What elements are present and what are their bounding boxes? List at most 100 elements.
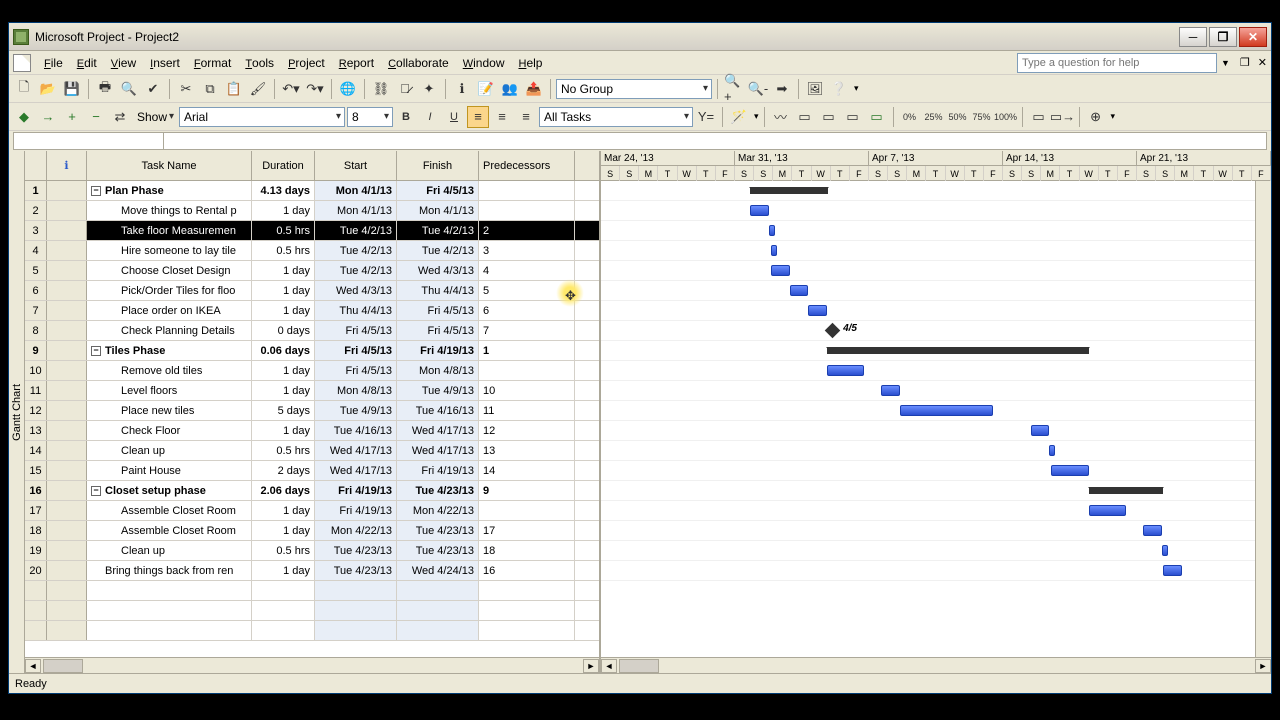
menu-file[interactable]: File bbox=[37, 54, 70, 72]
menu-tools[interactable]: Tools bbox=[238, 54, 281, 72]
pct-0-button[interactable]: 0% bbox=[899, 106, 921, 128]
task-bar[interactable] bbox=[808, 305, 827, 316]
table-row[interactable]: 8Check Planning Details0 daysFri 4/5/13F… bbox=[25, 321, 599, 341]
save-button[interactable]: 💾 bbox=[61, 78, 83, 100]
week-header[interactable]: Mar 24, '13 bbox=[601, 151, 735, 165]
task-bar[interactable] bbox=[790, 285, 809, 296]
task-bar[interactable] bbox=[771, 245, 777, 256]
table-row[interactable]: 5Choose Closet Design1 dayTue 4/2/13Wed … bbox=[25, 261, 599, 281]
task-bar[interactable] bbox=[1089, 505, 1126, 516]
gantt-row[interactable] bbox=[601, 241, 1271, 261]
zoom-out-button[interactable]: 🔍- bbox=[747, 78, 769, 100]
milestone-icon[interactable] bbox=[825, 323, 841, 339]
outdent-arrow-button[interactable]: ◆ bbox=[13, 106, 35, 128]
table-row[interactable]: 9−Tiles Phase0.06 daysFri 4/5/13Fri 4/19… bbox=[25, 341, 599, 361]
gantt-row[interactable] bbox=[601, 541, 1271, 561]
goto-task-button[interactable]: ➡ bbox=[771, 78, 793, 100]
gantt-row[interactable] bbox=[601, 301, 1271, 321]
gantt-area[interactable]: 4/5 bbox=[601, 181, 1271, 657]
table-row-empty[interactable] bbox=[25, 621, 599, 641]
gantt-row[interactable] bbox=[601, 521, 1271, 541]
gantt-row[interactable] bbox=[601, 281, 1271, 301]
tracking-4-button[interactable]: ▭ bbox=[842, 106, 864, 128]
table-row[interactable]: 13Check Floor1 dayTue 4/16/13Wed 4/17/13… bbox=[25, 421, 599, 441]
gantt-row[interactable] bbox=[601, 501, 1271, 521]
reschedule-button[interactable]: ▭→ bbox=[1052, 106, 1074, 128]
col-finish[interactable]: Finish bbox=[397, 151, 479, 180]
task-bar[interactable] bbox=[881, 385, 900, 396]
tracking-1-button[interactable]: 〰 bbox=[770, 106, 792, 128]
gantt-row[interactable] bbox=[601, 361, 1271, 381]
print-button[interactable]: 🖶 bbox=[94, 78, 116, 100]
toolbar-options-icon[interactable]: ▾ bbox=[854, 83, 859, 94]
table-row[interactable]: 1−Plan Phase4.13 daysMon 4/1/13Fri 4/5/1… bbox=[25, 181, 599, 201]
gantt-row[interactable] bbox=[601, 461, 1271, 481]
menu-view[interactable]: View bbox=[104, 54, 143, 72]
paste-button[interactable]: 📋 bbox=[223, 78, 245, 100]
table-row[interactable]: 14Clean up0.5 hrsWed 4/17/13Wed 4/17/131… bbox=[25, 441, 599, 461]
split-task-button[interactable]: ✦ bbox=[418, 78, 440, 100]
group-combo[interactable]: No Group bbox=[556, 79, 712, 99]
week-header[interactable]: Mar 31, '13 bbox=[735, 151, 869, 165]
timescale[interactable]: Mar 24, '13Mar 31, '13Apr 7, '13Apr 14, … bbox=[601, 151, 1271, 181]
table-row[interactable]: 16−Closet setup phase2.06 daysFri 4/19/1… bbox=[25, 481, 599, 501]
undo-button[interactable]: ↶▾ bbox=[280, 78, 302, 100]
task-bar[interactable] bbox=[1051, 465, 1088, 476]
font-combo[interactable]: Arial bbox=[179, 107, 345, 127]
pct-50-button[interactable]: 50% bbox=[947, 106, 969, 128]
assign-resources-button[interactable]: 👥 bbox=[499, 78, 521, 100]
titlebar[interactable]: Microsoft Project - Project2 ─ ❐ ✕ bbox=[9, 23, 1271, 51]
table-row[interactable]: 17Assemble Closet Room1 dayFri 4/19/13Mo… bbox=[25, 501, 599, 521]
pct-75-button[interactable]: 75% bbox=[971, 106, 993, 128]
align-right-button[interactable]: ≡ bbox=[515, 106, 537, 128]
col-id[interactable] bbox=[25, 151, 47, 180]
gantt-row[interactable] bbox=[601, 401, 1271, 421]
table-row[interactable]: 4Hire someone to lay tile0.5 hrsTue 4/2/… bbox=[25, 241, 599, 261]
align-left-button[interactable]: ≡ bbox=[467, 106, 489, 128]
scroll-right-icon[interactable]: ► bbox=[1255, 659, 1271, 673]
mdi-close-button[interactable]: ✕ bbox=[1258, 56, 1267, 69]
col-start[interactable]: Start bbox=[315, 151, 397, 180]
table-row[interactable]: 10Remove old tiles1 dayFri 4/5/13Mon 4/8… bbox=[25, 361, 599, 381]
task-bar[interactable] bbox=[1031, 425, 1050, 436]
col-predecessors[interactable]: Predecessors bbox=[479, 151, 575, 180]
task-bar[interactable] bbox=[1049, 445, 1055, 456]
task-bar[interactable] bbox=[1163, 565, 1182, 576]
left-hscroll[interactable]: ◄ ► bbox=[25, 657, 599, 673]
spelling-button[interactable]: ✔ bbox=[142, 78, 164, 100]
table-row[interactable]: 12Place new tiles5 daysTue 4/9/13Tue 4/1… bbox=[25, 401, 599, 421]
col-task-name[interactable]: Task Name bbox=[87, 151, 252, 180]
col-duration[interactable]: Duration bbox=[252, 151, 315, 180]
gantt-row[interactable] bbox=[601, 561, 1271, 581]
summary-bar[interactable] bbox=[1089, 487, 1164, 494]
menu-collaborate[interactable]: Collaborate bbox=[381, 54, 456, 72]
pct-100-button[interactable]: 100% bbox=[995, 106, 1017, 128]
gantt-row[interactable]: 4/5 bbox=[601, 321, 1271, 341]
menu-project[interactable]: Project bbox=[281, 54, 332, 72]
gantt-row[interactable] bbox=[601, 421, 1271, 441]
tracking-options-icon[interactable]: ▾ bbox=[1111, 111, 1116, 122]
open-button[interactable]: 📂 bbox=[37, 78, 59, 100]
scroll-thumb[interactable] bbox=[619, 659, 659, 673]
pct-25-button[interactable]: 25% bbox=[923, 106, 945, 128]
table-row[interactable]: 20Bring things back from ren1 dayTue 4/2… bbox=[25, 561, 599, 581]
week-header[interactable]: Apr 14, '13 bbox=[1003, 151, 1137, 165]
gantt-row[interactable] bbox=[601, 441, 1271, 461]
entry-bar[interactable] bbox=[13, 132, 1267, 150]
task-bar[interactable] bbox=[771, 265, 790, 276]
mdi-restore-button[interactable]: ❐ bbox=[1240, 56, 1250, 69]
maximize-button[interactable]: ❐ bbox=[1209, 27, 1237, 47]
table-row[interactable]: 7Place order on IKEA1 dayThu 4/4/13Fri 4… bbox=[25, 301, 599, 321]
new-button[interactable]: 🗋 bbox=[13, 78, 35, 100]
update-tasks-button[interactable]: ▭ bbox=[1028, 106, 1050, 128]
link-tasks-button[interactable]: ⛓ bbox=[370, 78, 392, 100]
copy-button[interactable]: ⧉ bbox=[199, 78, 221, 100]
week-header[interactable]: Apr 7, '13 bbox=[869, 151, 1003, 165]
show-outline-combo[interactable]: Show bbox=[133, 107, 177, 127]
gantt-row[interactable] bbox=[601, 181, 1271, 201]
document-icon[interactable] bbox=[13, 54, 31, 72]
zoom-in-button[interactable]: 🔍+ bbox=[723, 78, 745, 100]
task-bar[interactable] bbox=[1162, 545, 1168, 556]
help-search-input[interactable] bbox=[1017, 53, 1217, 73]
hyperlink-button[interactable]: 🌐 bbox=[337, 78, 359, 100]
